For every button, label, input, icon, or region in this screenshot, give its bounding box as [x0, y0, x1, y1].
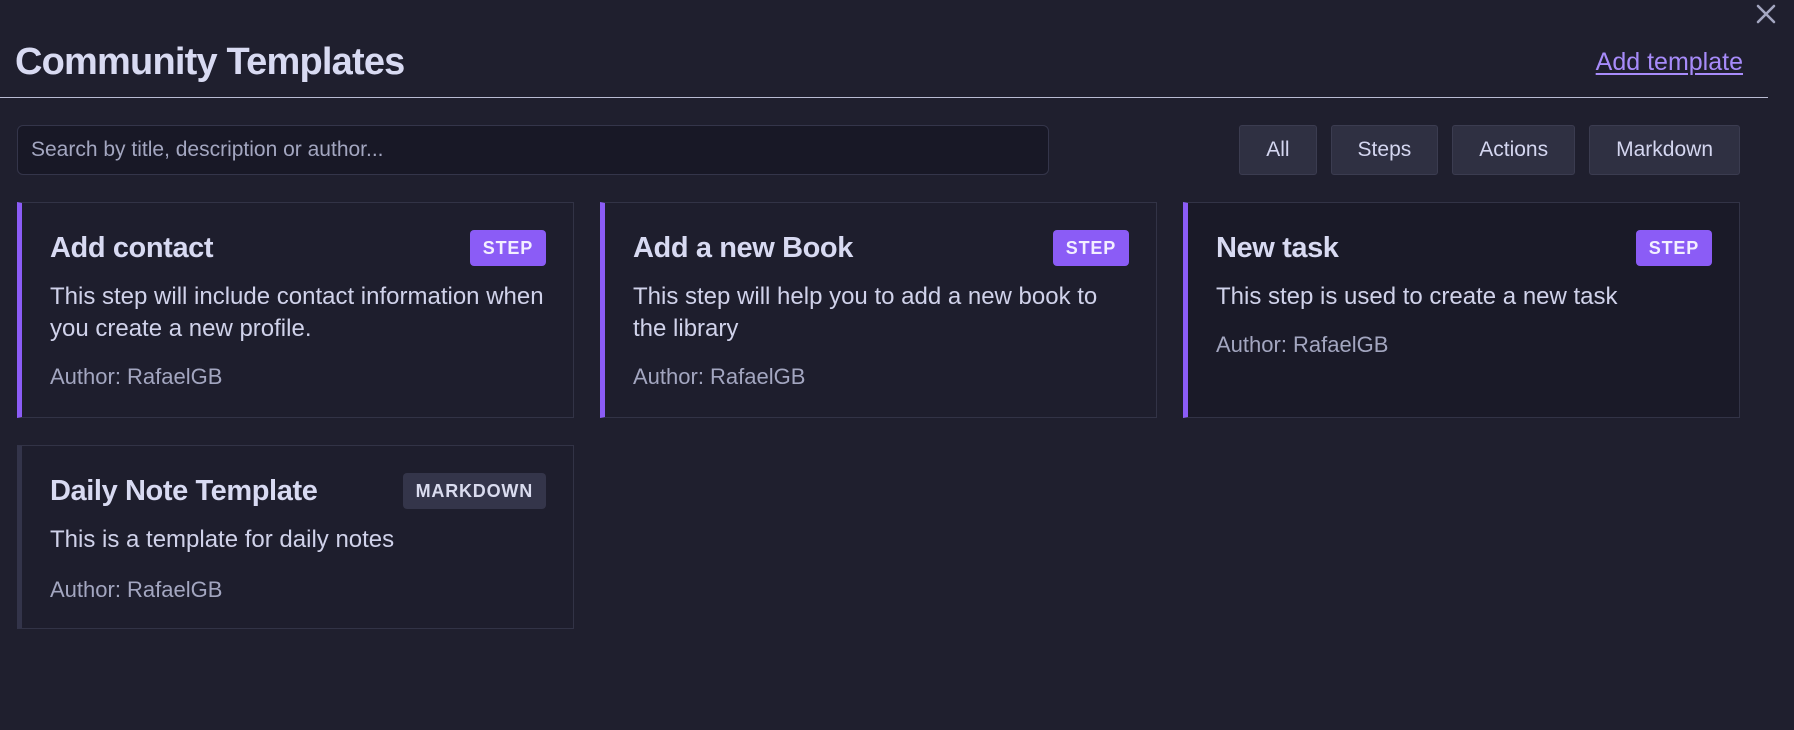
filter-markdown-button[interactable]: Markdown — [1589, 125, 1740, 175]
filter-actions-button[interactable]: Actions — [1452, 125, 1576, 175]
page-title: Community Templates — [15, 41, 405, 83]
modal-header: Community Templates Add template — [0, 0, 1768, 98]
filter-buttons: All Steps Actions Markdown — [1239, 125, 1740, 175]
card-author: Author: RafaelGB — [633, 364, 806, 389]
template-card-add-contact[interactable]: Add contact STEP This step will include … — [17, 202, 574, 418]
template-card-add-new-book[interactable]: Add a new Book STEP This step will help … — [600, 202, 1157, 418]
filter-all-button[interactable]: All — [1239, 125, 1317, 175]
step-badge: STEP — [1052, 230, 1129, 266]
template-grid: Add contact STEP This step will include … — [17, 202, 1741, 629]
card-title: Daily Note Template — [50, 475, 318, 507]
search-input[interactable] — [17, 125, 1049, 175]
card-author: Author: RafaelGB — [50, 364, 223, 389]
step-badge: STEP — [1635, 230, 1712, 266]
card-description: This step will include contact informati… — [50, 283, 544, 342]
card-title: New task — [1216, 232, 1339, 264]
card-description: This step will help you to add a new boo… — [633, 283, 1098, 342]
add-template-link[interactable]: Add template — [1596, 44, 1743, 80]
card-description: This step is used to create a new task — [1216, 283, 1618, 310]
template-card-daily-note[interactable]: Daily Note Template MARKDOWN This is a t… — [17, 445, 574, 629]
template-card-new-task[interactable]: New task STEP This step is used to creat… — [1183, 202, 1740, 418]
card-title: Add a new Book — [633, 232, 853, 264]
markdown-badge: MARKDOWN — [402, 473, 546, 509]
card-description: This is a template for daily notes — [50, 526, 395, 553]
step-badge: STEP — [469, 230, 546, 266]
card-title: Add contact — [50, 232, 214, 264]
card-author: Author: RafaelGB — [50, 577, 223, 602]
card-author: Author: RafaelGB — [1216, 332, 1389, 357]
filter-steps-button[interactable]: Steps — [1330, 125, 1439, 175]
